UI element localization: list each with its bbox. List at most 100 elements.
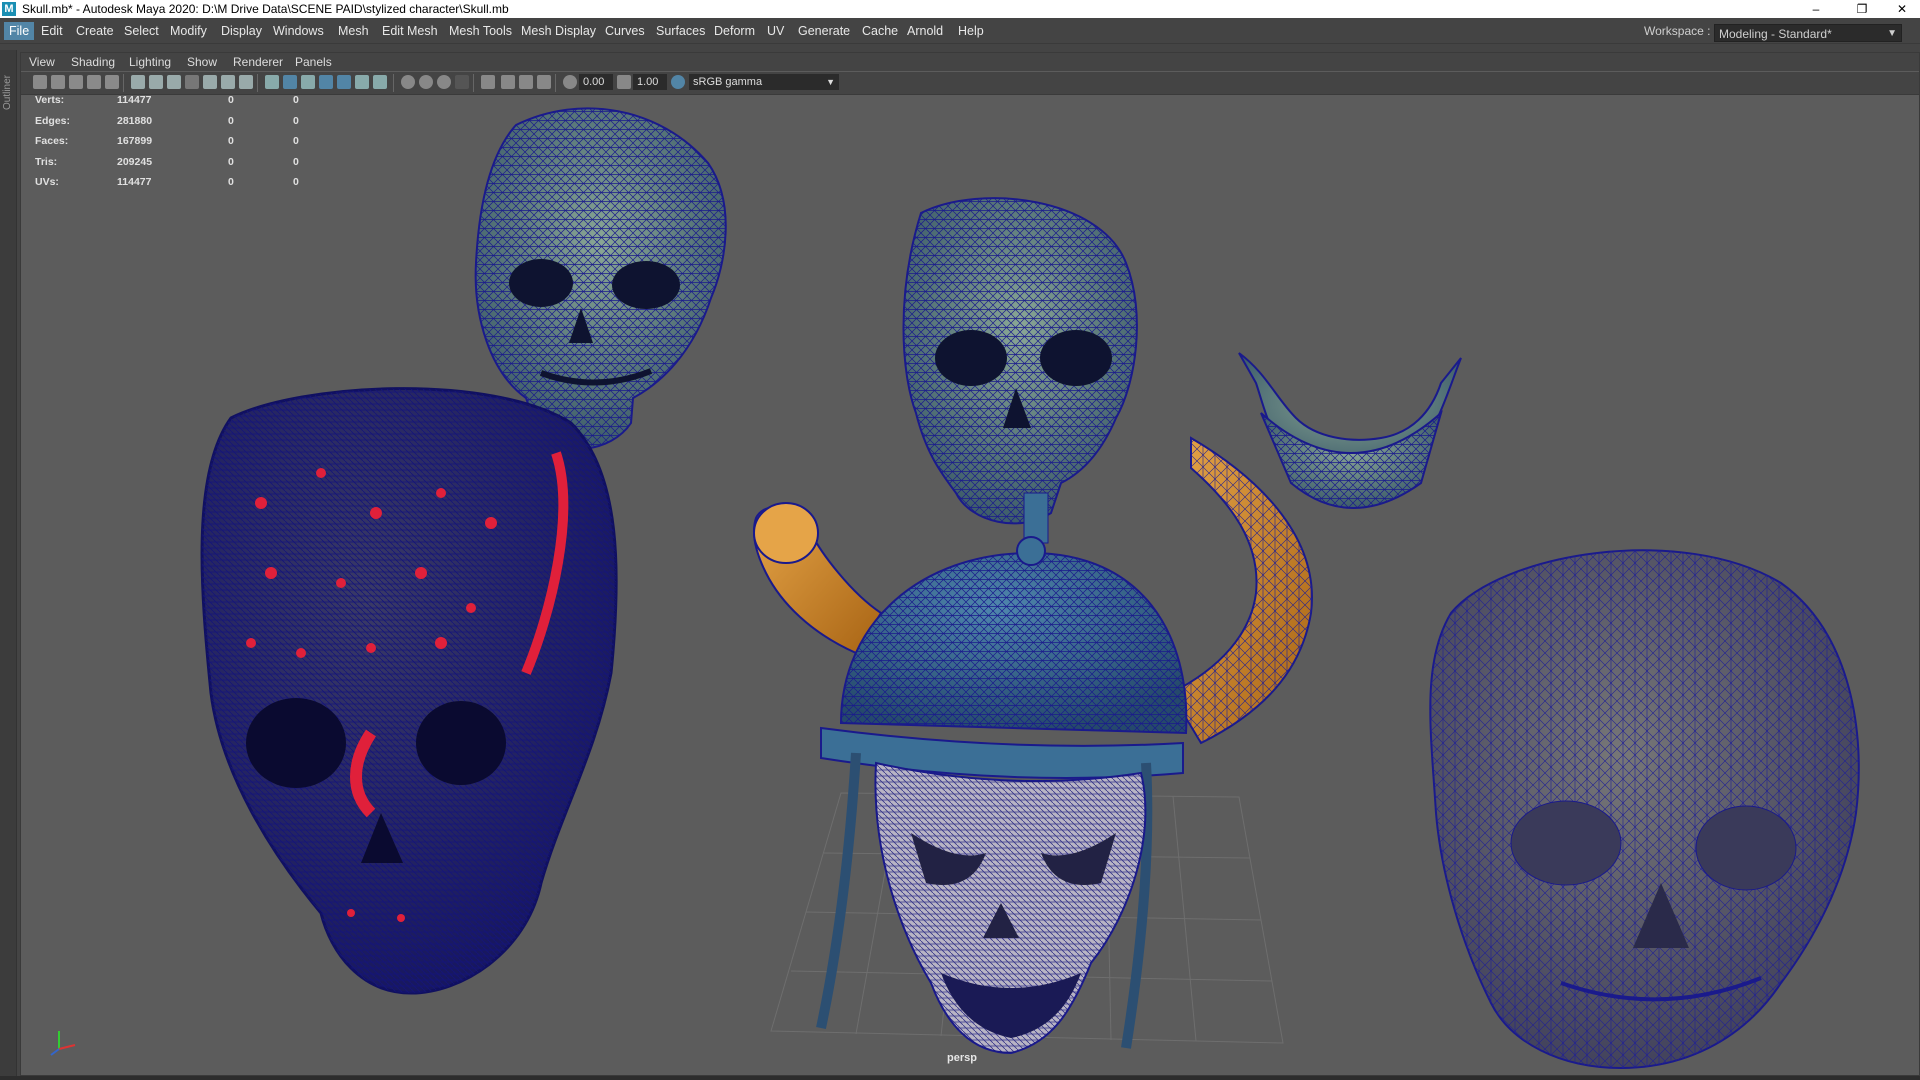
skull-center-green-mesh[interactable] [902, 197, 1138, 544]
skull-right-realistic-mesh[interactable] [1429, 549, 1860, 1070]
panel-menu-view[interactable]: View [29, 54, 55, 70]
hud-label: Faces: [35, 135, 69, 148]
menu-windows[interactable]: Windows [268, 22, 329, 40]
panel-menu-renderer[interactable]: Renderer [233, 54, 283, 70]
main-menubar: File Edit Create Select Modify Display W… [0, 19, 1920, 44]
hud-value-selected: 0 [228, 135, 234, 148]
lights-icon[interactable] [355, 75, 369, 89]
gate-mask-icon[interactable] [185, 75, 199, 89]
gamma-icon[interactable] [617, 75, 631, 89]
close-button[interactable]: ✕ [1884, 0, 1920, 18]
exposure-icon[interactable] [563, 75, 577, 89]
outliner-label: Outliner [2, 74, 13, 110]
motion-blur-icon[interactable] [419, 75, 433, 89]
film-gate-icon[interactable] [149, 75, 163, 89]
menu-uv[interactable]: UV [762, 22, 789, 40]
hud-value-selected-faces: 0 [293, 135, 299, 148]
workspace-dropdown[interactable]: Modeling - Standard* ▼ [1714, 24, 1902, 42]
color-space-dropdown[interactable]: sRGB gamma ▼ [689, 74, 839, 90]
menu-edit-mesh[interactable]: Edit Mesh [377, 22, 443, 40]
hud-value: 167899 [117, 135, 153, 148]
hud-value: 209245 [117, 155, 153, 168]
hud-value: 281880 [117, 114, 153, 127]
menu-surfaces[interactable]: Surfaces [651, 22, 710, 40]
select-camera-icon[interactable] [33, 75, 47, 89]
field-chart-icon[interactable] [203, 75, 217, 89]
grease-pencil-icon[interactable] [105, 75, 119, 89]
menu-curves[interactable]: Curves [600, 22, 650, 40]
minimize-button[interactable]: – [1794, 0, 1838, 18]
skull-left-dark-mesh[interactable] [200, 387, 618, 995]
image-plane-icon[interactable] [87, 75, 101, 89]
window-title: Skull.mb* - Autodesk Maya 2020: D:\M Dri… [22, 2, 509, 16]
xray-icon[interactable] [501, 75, 515, 89]
camera-name-label: persp [947, 1052, 977, 1064]
skull-stylized-white-mesh[interactable] [874, 761, 1147, 1055]
chevron-down-icon: ▼ [1887, 28, 1897, 39]
skull-top-left-mesh[interactable] [474, 107, 727, 450]
hud-value-selected-faces: 0 [293, 155, 299, 168]
outliner-tab[interactable]: Outliner [0, 50, 17, 1080]
panel-menu-panels[interactable]: Panels [295, 54, 332, 70]
color-management-icon[interactable] [671, 75, 685, 89]
panel-menu-shading[interactable]: Shading [71, 54, 115, 70]
textured-icon[interactable] [337, 75, 351, 89]
bookmark-icon[interactable] [69, 75, 83, 89]
menu-select[interactable]: Select [119, 22, 164, 40]
menu-generate[interactable]: Generate [793, 22, 855, 40]
hud-value: 114477 [117, 94, 152, 106]
color-space-value: sRGB gamma [693, 76, 763, 88]
isolate-select-icon[interactable] [481, 75, 495, 89]
depth-of-field-icon[interactable] [455, 75, 469, 89]
workspace-label: Workspace : [1644, 24, 1711, 38]
camera-attributes-icon[interactable] [51, 75, 65, 89]
menu-arnold[interactable]: Arnold [902, 22, 948, 40]
resolution-gate-icon[interactable] [167, 75, 181, 89]
anti-aliasing-icon[interactable] [437, 75, 451, 89]
menu-mesh-display[interactable]: Mesh Display [516, 22, 601, 40]
menu-modify[interactable]: Modify [165, 22, 212, 40]
menu-display[interactable]: Display [216, 22, 267, 40]
menu-cache[interactable]: Cache [857, 22, 903, 40]
smooth-shade-icon[interactable] [283, 75, 297, 89]
scene-canvas[interactable] [21, 53, 1920, 1076]
hud-value: 114477 [117, 176, 152, 189]
restore-button[interactable]: ❐ [1840, 0, 1884, 18]
menu-create[interactable]: Create [71, 22, 119, 40]
hud-value-selected: 0 [228, 114, 234, 127]
hud-label: Edges: [35, 114, 71, 127]
panel-menu-lighting[interactable]: Lighting [129, 54, 171, 70]
panel-menu-show[interactable]: Show [187, 54, 217, 70]
menu-deform[interactable]: Deform [709, 22, 760, 40]
panel-toolbar: 0.00 1.00 sRGB gamma ▼ [21, 72, 1919, 95]
hud-value-selected-faces: 0 [293, 176, 299, 189]
toolbar-divider [257, 74, 258, 92]
xray-joints-icon[interactable] [537, 75, 551, 89]
shadows-icon[interactable] [373, 75, 387, 89]
hud-value-selected: 0 [228, 176, 234, 189]
grid-toggle-icon[interactable] [131, 75, 145, 89]
exposure-field[interactable]: 0.00 [579, 74, 613, 90]
safe-title-icon[interactable] [239, 75, 253, 89]
toolbar-divider [393, 74, 394, 92]
xray-active-icon[interactable] [519, 75, 533, 89]
wireframe-icon[interactable] [265, 75, 279, 89]
maya-app-icon: M [2, 2, 16, 16]
perspective-viewport[interactable]: View Shading Lighting Show Renderer Pane… [20, 52, 1920, 1076]
menu-edit[interactable]: Edit [36, 22, 68, 40]
safe-action-icon[interactable] [221, 75, 235, 89]
wireframe-on-shaded-icon[interactable] [319, 75, 333, 89]
ambient-occlusion-icon[interactable] [401, 75, 415, 89]
gamma-field[interactable]: 1.00 [633, 74, 667, 90]
hud-value-selected-faces: 0 [293, 114, 299, 127]
menu-file[interactable]: File [4, 22, 35, 40]
menu-help[interactable]: Help [953, 22, 989, 40]
hud-value-selected: 0 [228, 155, 234, 168]
toolbar-divider [555, 74, 556, 92]
jaw-mesh[interactable] [1238, 352, 1462, 509]
menu-mesh-tools[interactable]: Mesh Tools [444, 22, 517, 40]
hud-label: Tris: [35, 155, 58, 168]
default-material-icon[interactable] [301, 75, 315, 89]
workspace-value: Modeling - Standard* [1719, 27, 1832, 41]
menu-mesh[interactable]: Mesh [333, 22, 374, 40]
